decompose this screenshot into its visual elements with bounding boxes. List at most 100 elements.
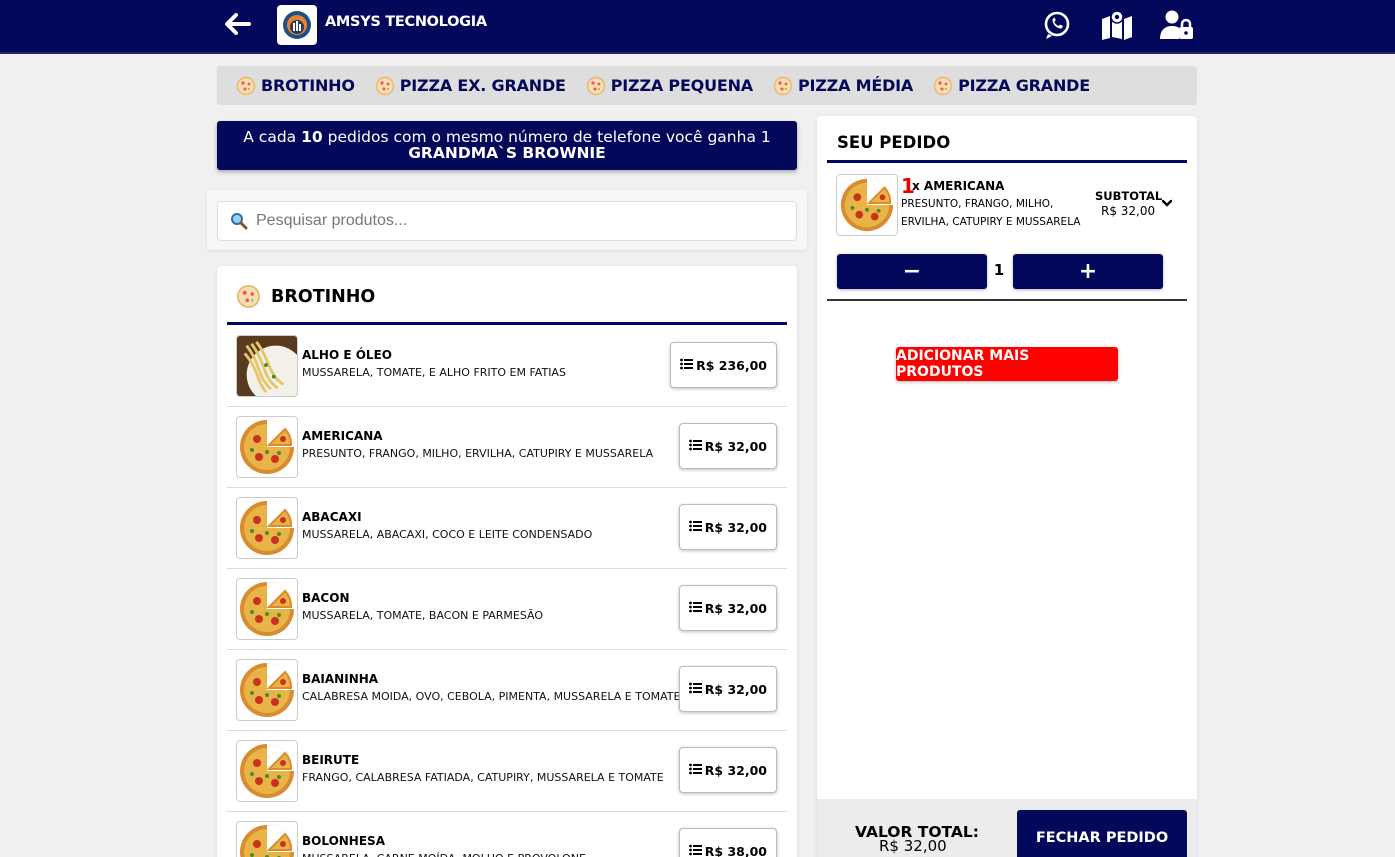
order-footer: VALOR TOTAL: R$ 32,00 FECHAR PEDIDO	[817, 799, 1197, 857]
product-row[interactable]: BACON MUSSARELA, TOMATE, BACON E PARMESÃO…	[227, 569, 787, 650]
product-description: PRESUNTO, FRANGO, MILHO, ERVILHA, CATUPI…	[302, 447, 654, 460]
category-label: PIZZA MÉDIA	[797, 76, 914, 95]
product-description: MUSSARELA, TOMATE, BACON E PARMESÃO	[302, 609, 544, 622]
divider	[227, 322, 787, 325]
order-item-name: x AMERICANA	[912, 179, 1005, 193]
product-price: R$ 32,00	[704, 681, 767, 697]
logo-icon	[283, 11, 311, 39]
subtotal-label: SUBTOTAL	[1095, 189, 1163, 203]
list-icon	[680, 358, 694, 373]
category-label: PIZZA PEQUENA	[610, 76, 753, 95]
section-title: BROTINHO	[236, 284, 375, 309]
category-pizza-ex-grande[interactable]: PIZZA EX. GRANDE	[375, 76, 566, 96]
user-lock-icon[interactable]	[1160, 9, 1194, 41]
product-image	[236, 497, 298, 559]
product-row[interactable]: BEIRUTE FRANGO, CALABRESA FATIADA, CATUPI…	[227, 731, 787, 812]
product-description: MUSSARELA, TOMATE, E ALHO FRITO EM FATIA…	[302, 366, 566, 379]
total-value: R$ 32,00	[879, 837, 947, 855]
product-image	[236, 740, 298, 802]
product-name: BAIANINHA	[302, 672, 379, 686]
whatsapp-icon[interactable]	[1040, 9, 1074, 41]
category-pizza-pequena[interactable]: PIZZA PEQUENA	[586, 76, 753, 96]
divider	[827, 160, 1187, 163]
top-bar: AMSYS TECNOLOGIA	[0, 0, 1395, 54]
order-panel: SEU PEDIDO 1 x AMERICANA PRESUNTO, FRANG…	[817, 116, 1197, 857]
product-image	[236, 578, 298, 640]
product-list-panel: BROTINHO ALHO E ÓLEO MUSSARELA, TOMATE, E…	[217, 266, 797, 857]
product-price-button[interactable]: R$ 32,00	[678, 504, 777, 550]
product-image	[236, 659, 298, 721]
promo-text-before: A cada	[243, 128, 302, 146]
product-name: BACON	[302, 591, 350, 605]
product-row[interactable]: BAIANINHA CALABRESA MOIDA, OVO, CEBOLA, P…	[227, 650, 787, 731]
promo-banner: A cada 10 pedidos com o mesmo número de …	[217, 121, 797, 170]
list-icon	[688, 520, 702, 535]
pizza-icon	[375, 76, 394, 95]
product-name: BEIRUTE	[302, 753, 360, 767]
category-label: BROTINHO	[261, 76, 355, 95]
product-price: R$ 32,00	[704, 519, 767, 535]
category-label: PIZZA GRANDE	[958, 76, 1090, 95]
category-pizza-grande[interactable]: PIZZA GRANDE	[933, 76, 1090, 96]
search-icon	[231, 213, 248, 230]
subtotal-value: R$ 32,00	[1101, 204, 1156, 218]
search-box	[217, 201, 797, 241]
list-icon	[688, 601, 702, 616]
section-title-label: BROTINHO	[271, 286, 376, 307]
pizza-icon	[933, 76, 953, 95]
product-image	[236, 821, 298, 857]
order-title: SEU PEDIDO	[837, 133, 951, 152]
product-image	[236, 416, 298, 478]
close-order-button[interactable]: FECHAR PEDIDO	[1017, 810, 1187, 857]
pizza-icon	[237, 285, 260, 308]
divider	[827, 299, 1187, 301]
pizza-icon	[773, 76, 793, 95]
category-pizza-media[interactable]: PIZZA MÉDIA	[773, 76, 913, 96]
product-price: R$ 32,00	[704, 438, 767, 454]
list-icon	[688, 682, 702, 697]
product-price: R$ 32,00	[704, 600, 767, 616]
pizza-icon	[586, 76, 605, 95]
map-icon[interactable]	[1100, 9, 1134, 41]
product-name: ALHO E ÓLEO	[302, 348, 392, 362]
product-price: R$ 236,00	[696, 357, 767, 373]
quantity-value: 1	[993, 261, 1005, 279]
category-label: PIZZA EX. GRANDE	[399, 76, 566, 95]
product-row[interactable]: ABACAXI MUSSARELA, ABACAXI, COCO E LEITE …	[227, 488, 787, 569]
order-item-image	[836, 174, 898, 236]
category-bar: BROTINHO PIZZA EX. GRANDE PIZZA PEQUENA …	[217, 66, 1197, 105]
back-arrow-icon[interactable]	[222, 9, 252, 39]
product-price-button[interactable]: R$ 38,00	[678, 828, 777, 857]
decrease-quantity-button[interactable]: −	[837, 254, 987, 289]
product-description: FRANGO, CALABRESA FATIADA, CATUPIRY, MUS…	[302, 771, 664, 784]
brand-logo	[277, 5, 317, 45]
product-name: AMERICANA	[302, 429, 383, 443]
order-item-desc: PRESUNTO, FRANGO, MILHO, ERVILHA, CATUPI…	[901, 198, 1081, 228]
increase-quantity-button[interactable]: +	[1013, 254, 1163, 289]
search-input[interactable]	[256, 212, 776, 230]
product-row[interactable]: AMERICANA PRESUNTO, FRANGO, MILHO, ERVILH…	[227, 407, 787, 488]
search-container	[207, 190, 807, 250]
list-icon	[688, 844, 702, 857]
product-price-button[interactable]: R$ 236,00	[670, 342, 777, 388]
category-brotinho[interactable]: BROTINHO	[236, 76, 355, 96]
pizza-icon	[236, 76, 256, 95]
product-price-button[interactable]: R$ 32,00	[678, 666, 777, 712]
product-description: CALABRESA MOIDA, OVO, CEBOLA, PIMENTA, M…	[302, 690, 681, 703]
product-row[interactable]: ALHO E ÓLEO MUSSARELA, TOMATE, E ALHO FRI…	[227, 326, 787, 407]
product-price: R$ 32,00	[704, 762, 767, 778]
product-price-button[interactable]: R$ 32,00	[678, 747, 777, 793]
list-icon	[688, 763, 702, 778]
chevron-down-icon[interactable]	[1160, 196, 1174, 210]
product-name: ABACAXI	[302, 510, 362, 524]
product-row[interactable]: BOLONHESA MUSSARELA, CARNE MOÍDA, MOLHO E…	[227, 812, 787, 857]
promo-line: A cada 10 pedidos com o mesmo número de …	[217, 129, 797, 145]
product-name: BOLONHESA	[302, 834, 385, 848]
pizza-image	[840, 178, 894, 232]
product-price-button[interactable]: R$ 32,00	[678, 585, 777, 631]
product-price-button[interactable]: R$ 32,00	[678, 423, 777, 469]
product-image	[236, 335, 298, 397]
add-more-products-button[interactable]: ADICIONAR MAIS PRODUTOS	[896, 347, 1118, 381]
product-description: MUSSARELA, CARNE MOÍDA, MOLHO E PROVOLON…	[302, 852, 586, 857]
promo-reward: GRANDMA`S BROWNIE	[408, 144, 606, 162]
